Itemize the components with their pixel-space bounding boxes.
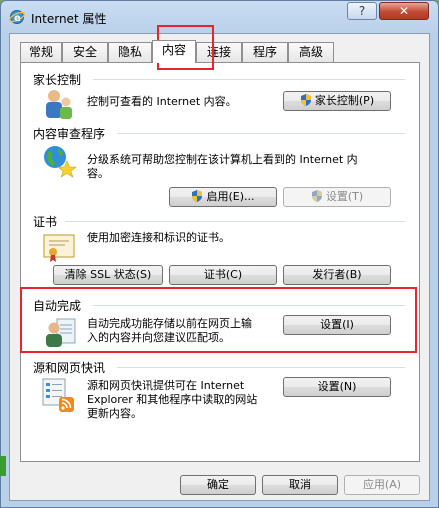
tab-advanced[interactable]: 高级 — [288, 42, 334, 62]
parental-control-group-title: 家长控制 — [33, 73, 82, 87]
parental-control-button-label: 家长控制(P) — [314, 94, 375, 107]
group-divider — [93, 79, 405, 80]
tab-privacy[interactable]: 隐私 — [108, 42, 152, 62]
certificates-description: 使用加密连接和标识的证书。 — [87, 231, 230, 244]
apply-button[interactable]: 应用(A) — [344, 475, 420, 495]
feeds-description-line3: 更新内容。 — [87, 407, 142, 420]
clear-ssl-state-button[interactable]: 清除 SSL 状态(S) — [53, 265, 163, 285]
internet-explorer-icon: e — [9, 10, 25, 24]
tab-security[interactable]: 安全 — [62, 42, 108, 62]
publishers-button[interactable]: 发行者(B) — [283, 265, 391, 285]
feeds-settings-button[interactable]: 设置(N) — [283, 377, 391, 397]
content-advisor-description-line2: 容。 — [87, 167, 109, 180]
help-button[interactable]: ? — [347, 2, 377, 20]
dialog-client-area: 常规 安全 隐私 内容 连接 程序 高级 家长控制 控制可查看的 Interne… — [9, 33, 430, 501]
internet-properties-window: e Internet 属性 ? ✕ 常规 安全 隐私 内容 连接 程序 高级 家… — [0, 0, 439, 508]
ok-button[interactable]: 确定 — [180, 475, 256, 495]
uac-shield-icon — [300, 94, 311, 106]
content-advisor-description-line1: 分级系统可帮助您控制在该计算机上看到的 Internet 内 — [87, 153, 358, 166]
tab-programs[interactable]: 程序 — [242, 42, 288, 62]
certificate-icon — [43, 234, 75, 262]
content-advisor-settings-label: 设置(T) — [325, 190, 364, 203]
annotation-highlight-autocomplete — [20, 287, 417, 353]
uac-shield-icon — [192, 190, 203, 202]
feeds-group-title: 源和网页快讯 — [33, 361, 106, 375]
content-advisor-enable-label: 启用(E)... — [206, 190, 255, 203]
certificates-button[interactable]: 证书(C) — [169, 265, 277, 285]
feeds-description-line1: 源和网页快讯提供可在 Internet — [87, 379, 245, 392]
parental-control-icon — [46, 90, 72, 119]
uac-shield-icon — [311, 190, 322, 202]
group-divider — [117, 133, 405, 134]
parental-control-description: 控制可查看的 Internet 内容。 — [87, 95, 237, 108]
background-edge — [0, 456, 6, 476]
close-button[interactable]: ✕ — [379, 2, 429, 20]
tab-content[interactable]: 内容 — [152, 40, 196, 63]
title-bar[interactable]: e Internet 属性 ? ✕ — [1, 1, 438, 33]
feeds-description-line2: Explorer 和其他程序中读取的网站 — [87, 393, 258, 406]
tab-general[interactable]: 常规 — [20, 42, 62, 62]
group-divider — [65, 221, 405, 222]
parental-control-button[interactable]: 家长控制(P) — [283, 91, 391, 111]
cancel-button[interactable]: 取消 — [262, 475, 338, 495]
content-advisor-globe-icon — [44, 146, 77, 178]
content-tab-panel: 家长控制 控制可查看的 Internet 内容。 家长控制(P) 内容审查程序 — [20, 62, 420, 462]
window-title: Internet 属性 — [31, 12, 107, 26]
content-advisor-settings-button[interactable]: 设置(T) — [283, 187, 391, 207]
content-advisor-enable-button[interactable]: 启用(E)... — [169, 187, 277, 207]
svg-text:e: e — [14, 13, 21, 24]
content-advisor-group-title: 内容审查程序 — [33, 127, 106, 141]
feeds-icon — [42, 378, 74, 412]
group-divider — [117, 367, 405, 368]
certificates-group-title: 证书 — [33, 215, 58, 229]
